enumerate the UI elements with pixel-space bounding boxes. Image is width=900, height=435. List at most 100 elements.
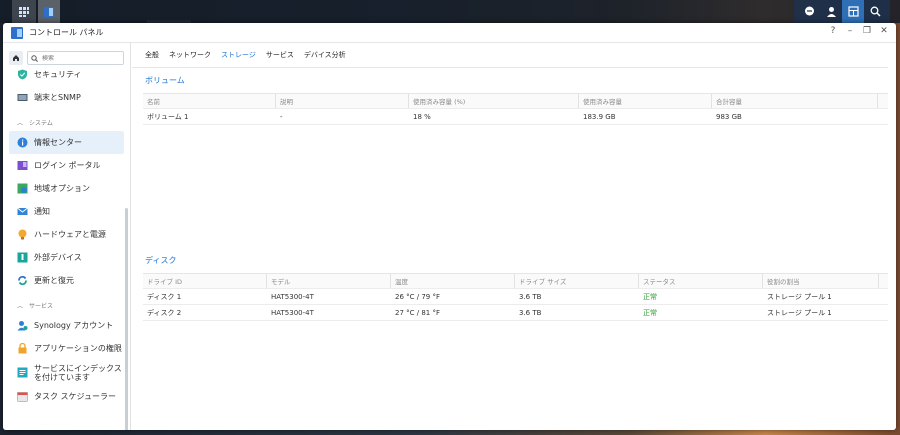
tab-service[interactable]: サービス (266, 50, 294, 60)
column-header[interactable]: ドライブ ID (143, 274, 267, 288)
disk-table: ドライブ ID モデル 温度 ドライブ サイズ ステータス 役割の割当 ディスク… (143, 273, 888, 321)
sidebar-item-login-portal[interactable]: ログイン ポータル (3, 154, 130, 177)
sidebar-item-label: セキュリティ (34, 70, 82, 79)
sidebar-item-label: 端末とSNMP (34, 93, 81, 102)
column-header[interactable]: 使用済み容量 (579, 94, 712, 108)
sidebar-item-hardware-power[interactable]: ハードウェアと電源 (3, 223, 130, 246)
search-input[interactable] (42, 54, 122, 62)
sidebar-section-system[interactable]: ︿ システム (3, 113, 130, 131)
role-cell: ストレージ プール 1 (767, 292, 832, 301)
chat-button[interactable] (798, 0, 820, 23)
search-button[interactable] (864, 0, 886, 23)
user-button[interactable] (820, 0, 842, 23)
status-cell: 正常 (643, 292, 657, 301)
calendar-icon (17, 392, 28, 402)
table-row[interactable]: ディスク 2 HAT5300-4T 27 °C / 81 °F 3.6 TB 正… (143, 305, 888, 321)
column-header[interactable]: ステータス (639, 274, 763, 288)
sidebar-item-label: サービスにインデックスを付けています (34, 363, 122, 382)
disk-table-header: ドライブ ID モデル 温度 ドライブ サイズ ステータス 役割の割当 (143, 273, 888, 289)
column-header[interactable]: 使用済み容量 (%) (409, 94, 579, 108)
sidebar-item-label: アプリケーションの権限 (34, 344, 122, 353)
control-panel-window: コントロール パネル ? – ❐ ✕ セキュリティ 端末とSNMP (3, 23, 896, 430)
status-cell: 正常 (643, 308, 657, 317)
minimize-button[interactable]: – (846, 26, 854, 36)
tab-device-analytics[interactable]: デバイス分析 (304, 50, 346, 60)
widgets-button[interactable] (842, 0, 864, 23)
taskbar-app-grid-button[interactable] (12, 0, 36, 23)
sidebar-item-app-privileges[interactable]: アプリケーションの権限 (3, 337, 130, 360)
sidebar-item-label: 地域オプション (34, 184, 90, 193)
sidebar-item-regional-options[interactable]: 地域オプション (3, 177, 130, 200)
search-icon (31, 54, 38, 62)
volume-name-cell: ボリューム 1 (147, 112, 189, 121)
window-titlebar[interactable]: コントロール パネル ? – ❐ ✕ (3, 23, 896, 43)
control-panel-icon (11, 26, 23, 39)
sidebar-item-security[interactable]: セキュリティ (3, 63, 130, 86)
sidebar-item-label: ログイン ポータル (34, 161, 101, 170)
drive-size-cell: 3.6 TB (519, 308, 542, 317)
drive-id-cell: ディスク 2 (147, 308, 182, 317)
help-button[interactable]: ? (829, 26, 837, 36)
sidebar-nav: セキュリティ 端末とSNMP ︿ システム 情報センター ログイン ポータル 地… (3, 63, 130, 408)
volume-used-cell: 183.9 GB (583, 112, 616, 121)
envelope-icon (17, 207, 28, 215)
sidebar-item-info-center[interactable]: 情報センター (9, 131, 124, 154)
sidebar-item-label: 外部デバイス (34, 253, 82, 262)
drive-id-cell: ディスク 1 (147, 292, 182, 301)
terminal-icon (17, 94, 28, 101)
sidebar: セキュリティ 端末とSNMP ︿ システム 情報センター ログイン ポータル 地… (3, 43, 131, 430)
apps-icon (19, 6, 29, 17)
volume-total-cell: 983 GB (716, 112, 742, 121)
section-label: サービス (29, 302, 54, 310)
sidebar-item-external-devices[interactable]: 外部デバイス (3, 246, 130, 269)
column-header[interactable]: 合計容量 (712, 94, 878, 108)
tab-bar: 全般 ネットワーク ストレージ サービス デバイス分析 (132, 43, 888, 68)
refresh-icon (18, 275, 27, 286)
sidebar-item-synology-account[interactable]: Synology アカウント (3, 314, 130, 337)
globe-icon (17, 183, 28, 194)
column-header[interactable]: 役割の割当 (763, 274, 879, 288)
volume-used-percent-cell: 18 % (413, 112, 431, 121)
disk-section-title: ディスク (145, 256, 177, 265)
tab-network[interactable]: ネットワーク (169, 50, 211, 60)
drive-size-cell: 3.6 TB (519, 292, 542, 301)
tab-storage[interactable]: ストレージ (221, 50, 256, 60)
tab-general[interactable]: 全般 (145, 50, 159, 60)
column-header[interactable]: 説明 (276, 94, 409, 108)
column-header[interactable]: 温度 (391, 274, 515, 288)
sidebar-item-label: タスク スケジューラー (34, 392, 116, 401)
chat-icon (804, 6, 814, 16)
table-row[interactable]: ボリューム 1 - 18 % 183.9 GB 983 GB (143, 109, 888, 125)
taskbar-control-panel-button[interactable] (38, 0, 60, 23)
model-cell: HAT5300-4T (271, 292, 314, 301)
sidebar-item-task-scheduler[interactable]: タスク スケジューラー (3, 385, 130, 408)
column-header[interactable]: ドライブ サイズ (515, 274, 639, 288)
temperature-cell: 26 °C / 79 °F (395, 292, 440, 301)
account-icon (17, 321, 28, 331)
portal-icon (17, 161, 28, 170)
chevron-up-icon: ︿ (17, 119, 24, 127)
sidebar-item-indexing-service[interactable]: サービスにインデックスを付けています (3, 360, 130, 385)
volume-table-header: 名前 説明 使用済み容量 (%) 使用済み容量 合計容量 (143, 93, 888, 109)
volume-section-title: ボリューム (145, 76, 185, 85)
column-header[interactable]: モデル (267, 274, 391, 288)
model-cell: HAT5300-4T (271, 308, 314, 317)
table-row[interactable]: ディスク 1 HAT5300-4T 26 °C / 79 °F 3.6 TB 正… (143, 289, 888, 305)
main-content: 全般 ネットワーク ストレージ サービス デバイス分析 ボリューム 名前 説明 … (132, 43, 896, 430)
info-icon (17, 137, 28, 148)
user-icon (826, 7, 836, 17)
sidebar-item-terminal-snmp[interactable]: 端末とSNMP (3, 86, 130, 109)
sidebar-scrollbar[interactable] (125, 208, 128, 430)
search-icon (870, 6, 880, 17)
lock-icon (18, 343, 27, 354)
sidebar-item-label: Synology アカウント (34, 321, 114, 330)
column-header[interactable]: 名前 (143, 94, 276, 108)
taskbar (0, 0, 900, 43)
sidebar-item-update-restore[interactable]: 更新と復元 (3, 269, 130, 292)
sidebar-section-services[interactable]: ︿ サービス (3, 296, 130, 314)
maximize-button[interactable]: ❐ (863, 26, 871, 36)
close-button[interactable]: ✕ (880, 26, 888, 36)
role-cell: ストレージ プール 1 (767, 308, 832, 317)
volume-description-cell: - (280, 112, 283, 121)
sidebar-item-notification[interactable]: 通知 (3, 200, 130, 223)
